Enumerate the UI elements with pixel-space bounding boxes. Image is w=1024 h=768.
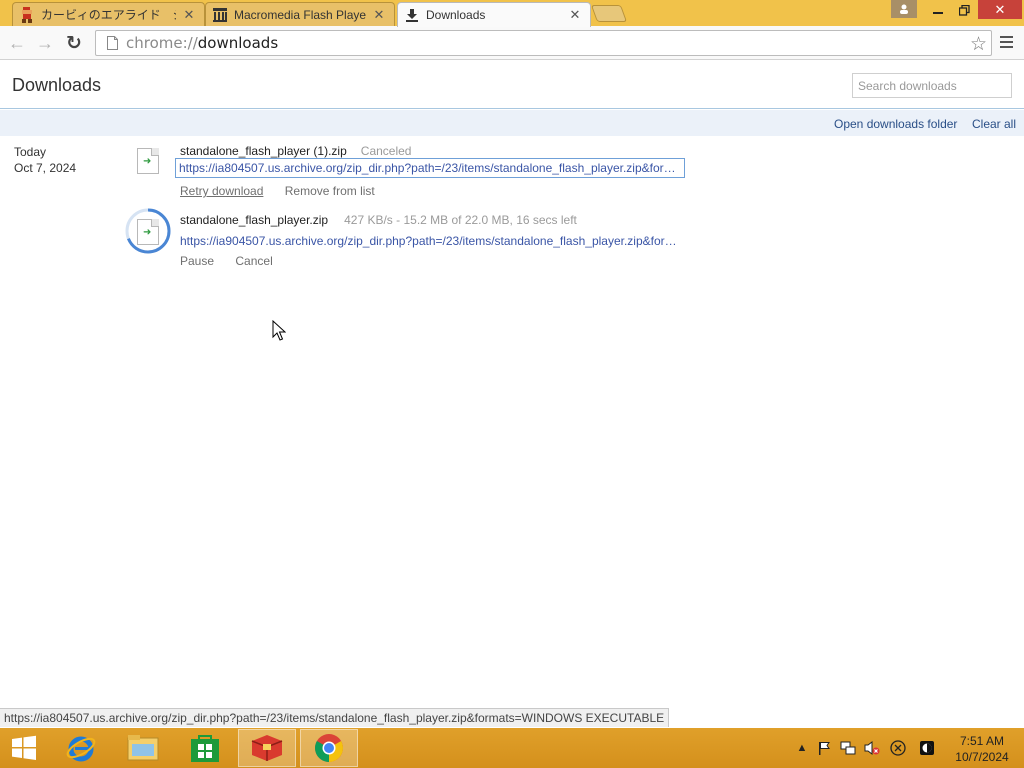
arrow-left-icon: ←	[8, 32, 26, 53]
page-title: Downloads	[12, 75, 102, 95]
taskbar-chrome[interactable]	[300, 729, 358, 767]
zip-file-icon: ➜	[137, 148, 159, 174]
url-path: downloads	[197, 34, 279, 52]
user-profile-button[interactable]	[891, 0, 917, 18]
chrome-menu-button[interactable]	[996, 33, 1016, 53]
bookmark-star-icon[interactable]: ☆	[970, 33, 987, 56]
download-controls: Pause Cancel	[180, 254, 291, 268]
tab-title: Downloads	[426, 8, 486, 22]
search-input[interactable]	[852, 73, 1012, 98]
tab-flash-player[interactable]: Macromedia Flash Player ✕	[205, 2, 395, 26]
action-center-flag-icon[interactable]	[816, 740, 832, 756]
download-filename: standalone_flash_player (1).zip Canceled	[180, 144, 411, 158]
mario-sprite-icon	[19, 6, 35, 23]
download-status: Canceled	[360, 144, 412, 158]
browser-toolbar: ← → ↻ chrome://downloads ☆	[0, 26, 1024, 60]
download-name-text[interactable]: standalone_flash_player (1).zip	[180, 144, 347, 158]
file-icon-wrap: ➜	[120, 202, 176, 258]
download-url-link[interactable]: https://ia904507.us.archive.org/zip_dir.…	[180, 234, 684, 248]
taskbar-internet-explorer[interactable]	[52, 729, 110, 767]
url-scheme: chrome://	[126, 34, 198, 52]
open-downloads-folder-link[interactable]: Open downloads folder	[834, 117, 957, 131]
clear-all-link[interactable]: Clear all	[972, 117, 1016, 131]
folder-icon	[127, 735, 159, 761]
download-controls: Retry download Remove from list	[180, 184, 393, 198]
arrow-right-icon: →	[36, 32, 54, 53]
volume-muted-icon[interactable]	[864, 740, 880, 756]
file-icon-wrap: ➜	[120, 142, 176, 198]
clock-time: 7:51 AM	[959, 734, 1005, 748]
close-window-button[interactable]: ✕	[978, 0, 1022, 19]
chrome-logo-icon	[315, 734, 343, 762]
tab-strip: カービィのエアライド ジグソー ✕ Macromedia Flash Playe…	[0, 0, 1024, 27]
person-icon	[900, 4, 908, 14]
new-tab-button[interactable]	[590, 5, 628, 22]
mouse-pointer-icon	[272, 320, 286, 341]
show-hidden-icons-chevron-icon[interactable]: ▲	[794, 740, 810, 756]
close-icon[interactable]: ✕	[182, 7, 196, 22]
store-bag-icon	[191, 735, 219, 762]
download-item: ➜ standalone_flash_player (1).zip Cancele…	[120, 142, 720, 202]
taskbar-windows-store[interactable]	[176, 729, 234, 767]
start-button[interactable]	[2, 729, 46, 767]
link-status-bubble: https://ia804507.us.archive.org/zip_dir.…	[0, 708, 670, 727]
tab-downloads[interactable]: Downloads ✕	[397, 2, 591, 27]
remove-from-list-link[interactable]: Remove from list	[285, 184, 375, 198]
internet-explorer-icon	[66, 736, 96, 762]
cancel-link[interactable]: Cancel	[235, 254, 272, 268]
windows-taskbar: ▲ 7:51 AM 10/7/2024	[0, 728, 1024, 768]
reload-button[interactable]: ↻	[62, 31, 86, 55]
page-icon	[104, 35, 120, 51]
retry-download-link[interactable]: Retry download	[180, 184, 263, 198]
minimize-icon	[933, 12, 943, 14]
download-icon	[404, 7, 420, 23]
tab-kirby-jigsaw[interactable]: カービィのエアライド ジグソー ✕	[12, 2, 205, 26]
downloads-actions-bar: Open downloads folder Clear all	[0, 110, 1024, 136]
tab-title: カービィのエアライド ジグソー	[41, 8, 176, 22]
restore-button[interactable]	[952, 0, 976, 20]
download-name-text[interactable]: standalone_flash_player.zip	[180, 213, 328, 227]
back-button[interactable]: ←	[5, 31, 29, 55]
clock-date: 10/7/2024	[955, 750, 1009, 764]
forward-button[interactable]: →	[33, 31, 57, 55]
downloads-header: Downloads	[0, 61, 1024, 109]
date-group-date: Oct 7, 2024	[14, 161, 77, 175]
close-icon[interactable]: ✕	[568, 7, 582, 22]
reload-icon: ↻	[66, 32, 82, 54]
close-icon[interactable]: ✕	[372, 7, 386, 22]
download-url-link[interactable]: https://ia804507.us.archive.org/zip_dir.…	[175, 158, 685, 178]
date-group: Today Oct 7, 2024	[14, 144, 76, 176]
taskbar-file-explorer[interactable]	[114, 729, 172, 767]
taskbar-clock[interactable]: 7:51 AM 10/7/2024	[946, 733, 1018, 765]
address-text: chrome://downloads	[126, 34, 278, 52]
pause-link[interactable]: Pause	[180, 254, 214, 268]
download-progress-text: 427 KB/s - 15.2 MB of 22.0 MB, 16 secs l…	[344, 213, 577, 227]
date-group-day: Today	[14, 145, 47, 159]
download-filename: standalone_flash_player.zip 427 KB/s - 15…	[180, 213, 577, 227]
windows-logo-icon	[12, 735, 36, 760]
restore-icon	[958, 4, 970, 16]
archive-building-icon	[212, 7, 228, 23]
app-tray-icon[interactable]	[919, 740, 935, 756]
game-app-icon	[251, 735, 283, 761]
zip-file-icon: ➜	[137, 219, 159, 245]
close-icon: ✕	[994, 1, 1006, 17]
cancel-circle-icon[interactable]	[890, 740, 906, 756]
address-bar[interactable]: chrome://downloads ☆	[95, 30, 992, 56]
minimize-button[interactable]	[926, 0, 950, 20]
tab-title: Macromedia Flash Player	[234, 7, 366, 22]
network-icon[interactable]	[840, 740, 856, 756]
download-item: ➜ standalone_flash_player.zip 427 KB/s - …	[120, 208, 720, 270]
taskbar-game-app[interactable]	[238, 729, 296, 767]
